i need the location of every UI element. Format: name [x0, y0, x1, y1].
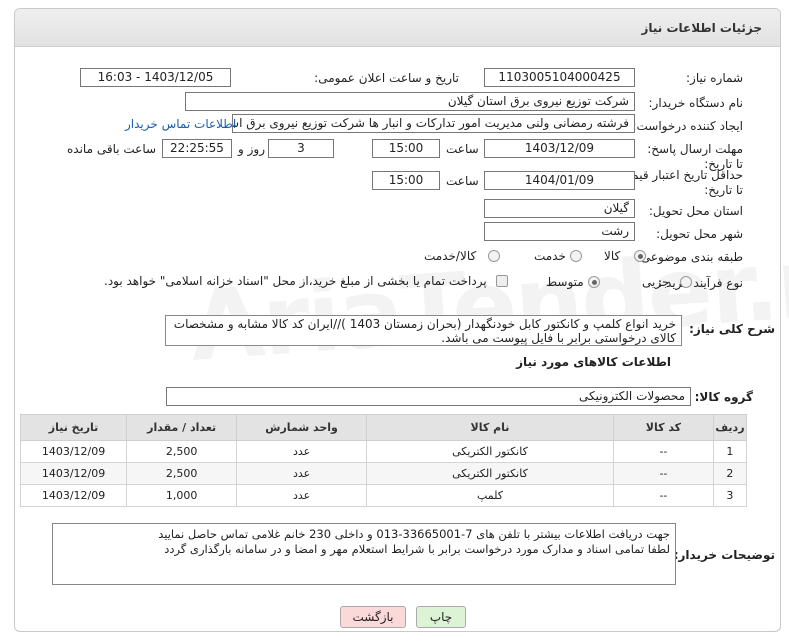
buyer-notes-box: جهت دریافت اطلاعات بیشتر با تلفن های 7-3…	[52, 523, 676, 585]
city-label: شهر محل تحویل:	[656, 227, 743, 241]
process-radio-medium[interactable]	[588, 276, 600, 288]
process-label: نوع فرآیند خرید :	[658, 276, 743, 290]
process-option-medium: متوسط	[546, 275, 584, 289]
treasury-payment-note: پرداخت تمام یا بخشی از مبلغ خرید،از محل …	[104, 274, 487, 288]
announce-field: 1403/12/05 - 16:03	[80, 68, 231, 87]
cell-qty: 1,000	[126, 484, 238, 507]
buyer-notes-label: توضیحات خریدار:	[673, 548, 775, 562]
creator-label: ایجاد کننده درخواست:	[632, 119, 743, 133]
table-row: 1 -- کانکتور الکتریکی عدد 2,500 1403/12/…	[19, 440, 748, 463]
category-radio-service[interactable]	[570, 250, 582, 262]
cell-row: 1	[712, 440, 748, 463]
province-field: گیلان	[484, 199, 635, 218]
col-date: تاریخ نیاز	[19, 414, 128, 441]
remaining-label: ساعت باقی مانده	[67, 142, 157, 156]
need-number-field: 1103005104000425	[484, 68, 635, 87]
page-title: جزئیات اطلاعات نیاز	[641, 21, 762, 35]
category-radio-goods[interactable]	[634, 250, 646, 262]
buyer-notes-line-2: لطفا تمامی اسناد و مدارک مورد درخواست بر…	[164, 542, 670, 556]
creator-field: فرشته رمضانی ولنی مدیریت امور تدارکات و …	[232, 114, 635, 133]
city-field: رشت	[484, 222, 635, 241]
goods-group-field: محصولات الکترونیکی	[166, 387, 691, 406]
announce-label: تاریخ و ساعت اعلان عمومی:	[314, 71, 459, 85]
validity-time-field: 15:00	[372, 171, 440, 190]
buyer-field: شرکت توزیع نیروی برق استان گیلان	[185, 92, 635, 111]
category-radio-goods-service[interactable]	[488, 250, 500, 262]
goods-table: ردیف کد کالا نام کالا واحد شمارش تعداد /…	[19, 414, 748, 507]
cell-name: کلمپ	[365, 484, 615, 507]
cell-date: 1403/12/09	[19, 462, 128, 485]
process-radio-minor[interactable]	[680, 276, 692, 288]
category-option-service: خدمت	[534, 249, 566, 263]
buyer-notes-line-1: جهت دریافت اطلاعات بیشتر با تلفن های 7-3…	[158, 527, 670, 541]
cell-date: 1403/12/09	[19, 484, 128, 507]
treasury-payment-checkbox[interactable]	[496, 275, 508, 287]
col-name: نام کالا	[365, 414, 615, 441]
description-textarea[interactable]: خرید انواع کلمپ و کانکتور کابل خودنگهدار…	[165, 315, 682, 346]
validity-date-field: 1404/01/09	[484, 171, 635, 190]
cell-name: کانکتور الکتریکی	[365, 440, 615, 463]
col-unit: واحد شمارش	[236, 414, 367, 441]
col-row: ردیف	[712, 414, 748, 441]
remaining-time-field: 22:25:55	[162, 139, 232, 158]
cell-unit: عدد	[236, 462, 367, 485]
cell-date: 1403/12/09	[19, 440, 128, 463]
category-option-goods-service: کالا/خدمت	[424, 249, 477, 263]
table-row: 2 -- کانکتور الکتریکی عدد 2,500 1403/12/…	[19, 462, 748, 485]
deadline-time-label: ساعت	[446, 142, 479, 156]
goods-group-label: گروه کالا:	[694, 390, 753, 404]
process-option-minor: جزیی	[642, 275, 670, 289]
buyer-contact-link[interactable]: اطلاعات تماس خریدار	[125, 117, 236, 131]
category-label: طبقه بندی موضوعی:	[636, 250, 743, 264]
cell-qty: 2,500	[126, 440, 238, 463]
buyer-label: نام دستگاه خریدار:	[648, 96, 744, 110]
table-row: 3 -- کلمپ عدد 1,000 1403/12/09	[19, 484, 748, 507]
cell-code: --	[613, 440, 714, 463]
cell-unit: عدد	[236, 440, 367, 463]
cell-row: 3	[712, 484, 748, 507]
cell-code: --	[613, 484, 714, 507]
col-qty: تعداد / مقدار	[126, 414, 238, 441]
description-label: شرح کلی نیاز:	[689, 322, 775, 336]
cell-code: --	[613, 462, 714, 485]
col-code: کد کالا	[613, 414, 714, 441]
panel-header: جزئیات اطلاعات نیاز	[15, 9, 780, 47]
cell-name: کانکتور الکتریکی	[365, 462, 615, 485]
print-button[interactable]: چاپ	[416, 606, 466, 628]
back-button[interactable]: بازگشت	[340, 606, 406, 628]
need-number-label: شماره نیاز:	[686, 71, 743, 85]
cell-row: 2	[712, 462, 748, 485]
goods-section-title: اطلاعات کالاهای مورد نیاز	[516, 355, 671, 369]
validity-time-label: ساعت	[446, 174, 479, 188]
cell-unit: عدد	[236, 484, 367, 507]
days-field: 3	[268, 139, 334, 158]
deadline-time-field: 15:00	[372, 139, 440, 158]
province-label: استان محل تحویل:	[648, 204, 743, 218]
deadline-date-field: 1403/12/09	[484, 139, 635, 158]
cell-qty: 2,500	[126, 462, 238, 485]
days-label: روز و	[238, 142, 265, 156]
category-option-goods: کالا	[604, 249, 621, 263]
